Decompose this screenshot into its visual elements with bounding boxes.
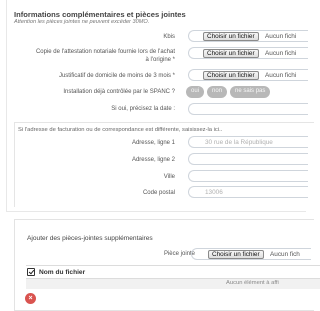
kbis-choose-file-button[interactable]: Choisir un fichier: [203, 32, 259, 41]
city-label: Ville: [163, 174, 175, 180]
spanc-choice: oui non ne sais pas: [186, 86, 271, 98]
postal-value: 13006: [205, 189, 223, 196]
address-line1-input[interactable]: 30 rue de la République: [188, 136, 308, 148]
attestation-label-line2: à l'origine *: [145, 57, 176, 63]
address-line1-value: 30 rue de la République: [205, 139, 273, 146]
kbis-file-input[interactable]: Choisir un fichier Aucun fichi: [188, 30, 308, 42]
kbis-file-status: Aucun fichi: [265, 33, 297, 40]
address-line1-label: Adresse, ligne 1: [131, 140, 175, 146]
attachments-table-header: Nom du fichier: [26, 265, 320, 279]
address-line2-label: Adresse, ligne 2: [131, 157, 175, 163]
section-title: Informations complémentaires et pièces j…: [14, 10, 186, 19]
kbis-label: Kbis: [163, 34, 175, 40]
attachments-title: Ajouter des pièces-jointes supplémentair…: [27, 235, 153, 242]
select-all-checkbox[interactable]: [27, 268, 35, 276]
address-note: Si l'adresse de facturation ou de corres…: [18, 127, 223, 133]
postal-label: Code postal: [142, 190, 175, 196]
date-input[interactable]: [188, 103, 308, 115]
attestation-file-status: Aucun fichi: [265, 50, 297, 57]
attachment-file-label: Pièce jointe: [163, 251, 195, 257]
delete-icon[interactable]: ×: [25, 293, 36, 304]
attachments-empty-row: Aucun élément à affi: [26, 279, 320, 289]
spanc-option-oui[interactable]: oui: [186, 86, 205, 98]
domicile-file-status: Aucun fichi: [265, 72, 297, 79]
city-input[interactable]: [188, 170, 308, 182]
attestation-label: Copie de l'attestation notariale fournie…: [35, 49, 175, 55]
spanc-label: Installation déjà contrôlée par le SPANC…: [63, 89, 175, 95]
spanc-option-non[interactable]: non: [207, 86, 228, 98]
postal-input[interactable]: 13006: [188, 186, 308, 198]
attestation-choose-file-button[interactable]: Choisir un fichier: [203, 49, 259, 58]
address-line2-input[interactable]: [188, 153, 308, 165]
domicile-label: Justificatif de domicile de moins de 3 m…: [58, 73, 175, 79]
attestation-file-input[interactable]: Choisir un fichier Aucun fichi: [188, 47, 308, 59]
date-label: Si oui, précisez la date :: [111, 106, 175, 112]
attachment-file-status: Aucun fich: [270, 251, 300, 258]
column-header-filename[interactable]: Nom du fichier: [39, 269, 85, 276]
empty-message: Aucun élément à affi: [226, 280, 279, 286]
attachments-panel: Ajouter des pièces-jointes supplémentair…: [14, 219, 320, 311]
section-note: Attention les pièces jointes ne peuvent …: [14, 19, 150, 25]
attachment-file-input[interactable]: Choisir un fichier Aucun fich: [191, 248, 311, 260]
attachment-choose-file-button[interactable]: Choisir un fichier: [208, 250, 264, 259]
domicile-choose-file-button[interactable]: Choisir un fichier: [203, 71, 259, 80]
domicile-file-input[interactable]: Choisir un fichier Aucun fichi: [188, 69, 308, 81]
spanc-option-ne-sais-pas[interactable]: ne sais pas: [230, 86, 271, 98]
